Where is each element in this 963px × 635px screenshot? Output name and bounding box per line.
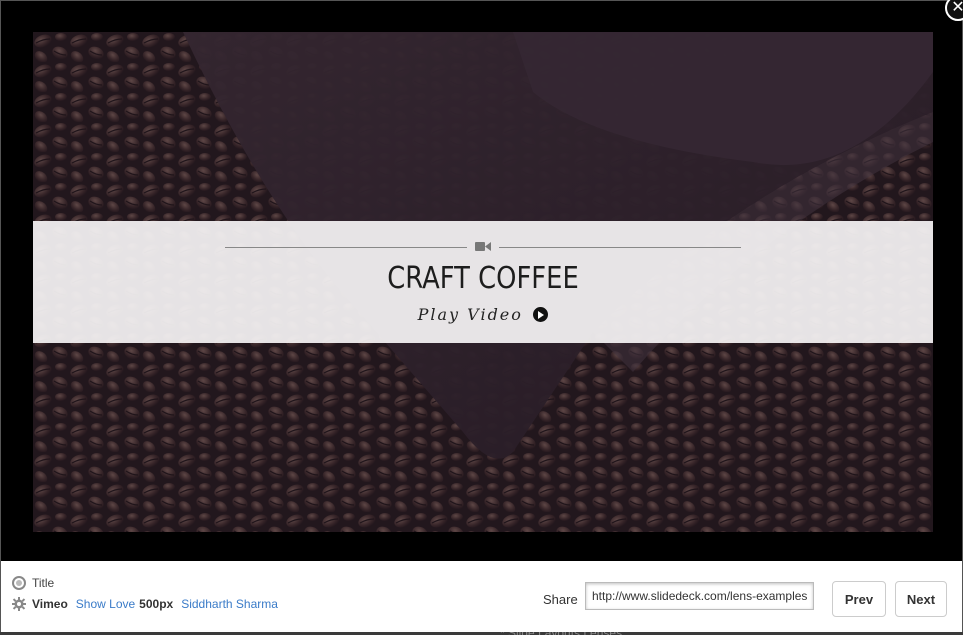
secondary-source-label: 500px (139, 597, 174, 611)
lightbox-footer: Title Vimeo Show Love 500px Siddharth Sh… (1, 561, 962, 632)
title-circle-icon (12, 576, 26, 590)
author-link[interactable]: Siddharth Sharma (181, 597, 278, 611)
next-button[interactable]: Next (895, 581, 947, 617)
share-url-input[interactable] (585, 582, 814, 610)
source-row: Vimeo Show Love 500px Siddharth Sharma (12, 597, 282, 611)
video-camera-icon (475, 242, 491, 251)
play-icon[interactable] (533, 307, 549, 322)
divider (225, 247, 467, 248)
divider (499, 247, 741, 248)
source-label: Vimeo (32, 597, 68, 611)
video-slide[interactable]: CRAFT COFFEE Play Video (33, 32, 933, 532)
lightbox-modal: ✕ CRAFT COFFEE Play Video (0, 0, 963, 632)
play-video-control[interactable]: Play Video (33, 305, 933, 324)
slide-title: CRAFT COFFEE (387, 261, 579, 296)
title-band: CRAFT COFFEE Play Video (33, 221, 933, 343)
share-label: Share (543, 592, 578, 607)
play-video-link[interactable]: Play Video (418, 305, 523, 324)
show-love-link[interactable]: Show Love (76, 597, 135, 611)
close-icon[interactable]: ✕ (945, 0, 963, 21)
slide-title-label: Title (32, 576, 55, 590)
title-row: Title (12, 576, 54, 590)
gear-icon (12, 597, 26, 611)
prev-button[interactable]: Prev (832, 581, 886, 617)
